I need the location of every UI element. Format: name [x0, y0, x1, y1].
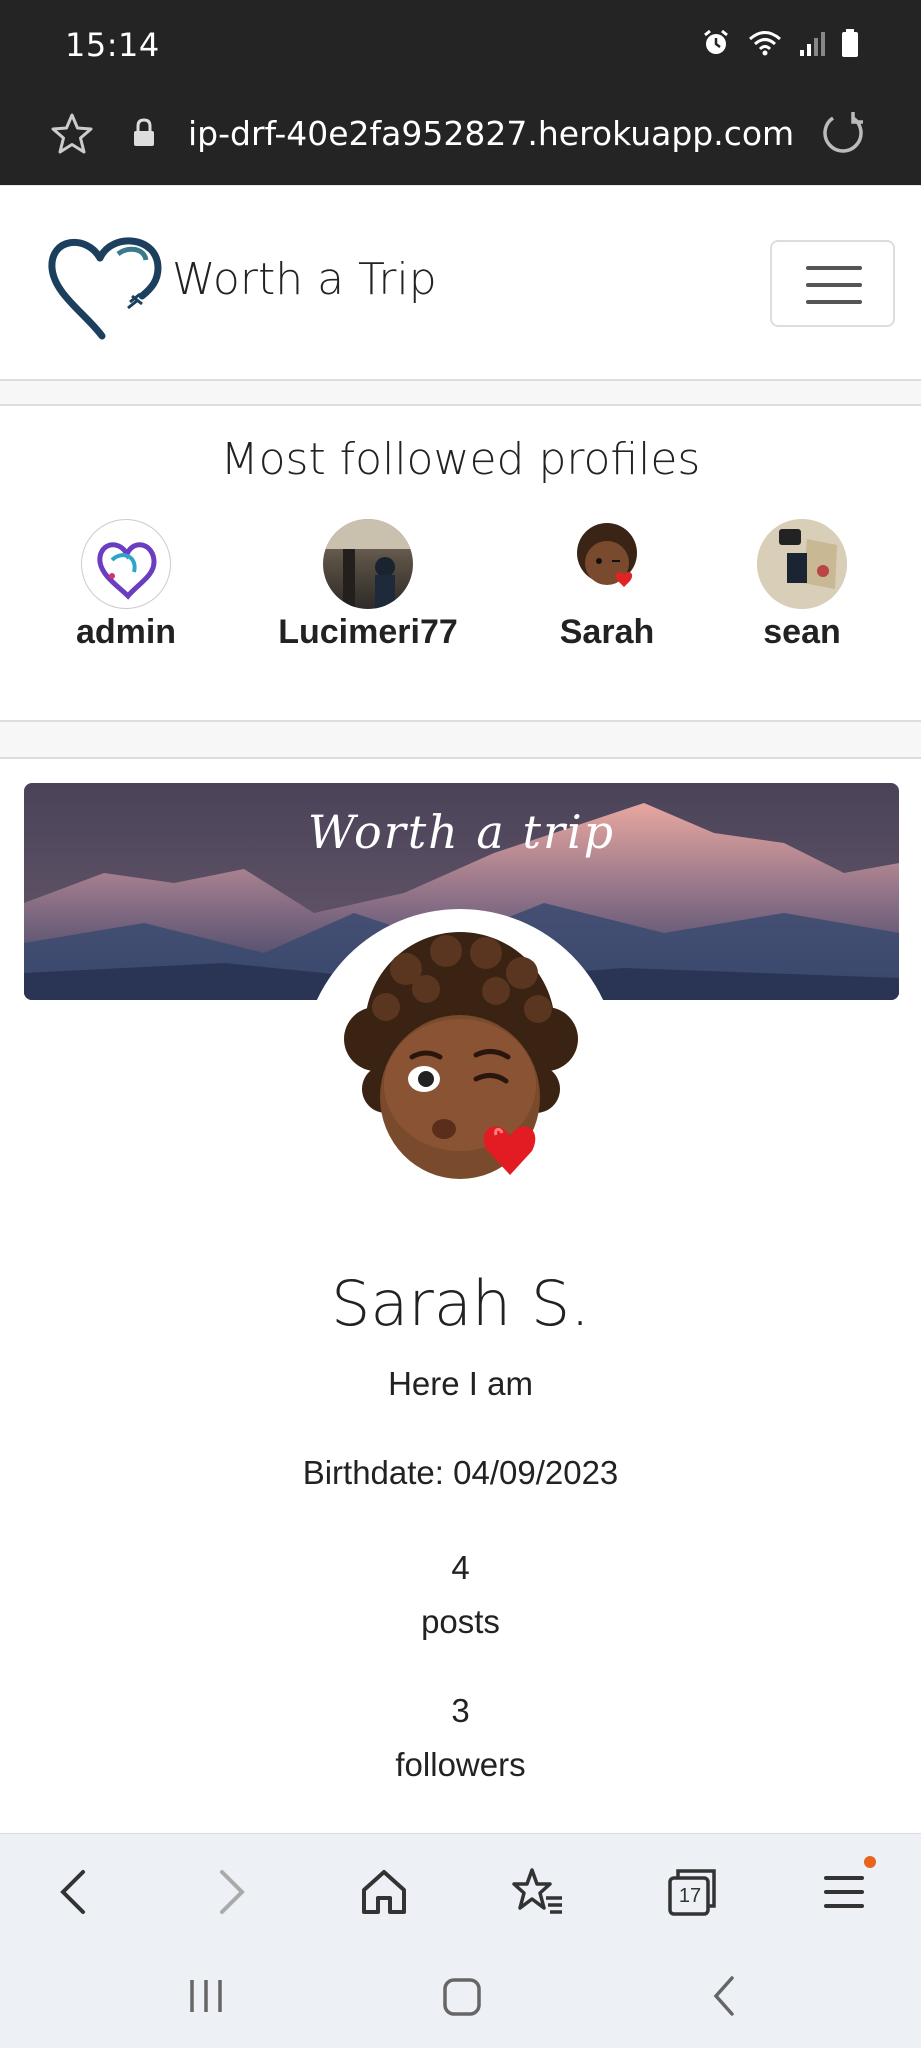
- system-navigation-bar: [0, 1948, 921, 2048]
- profile-name-heading: Sarah S.: [331, 1267, 590, 1340]
- profile-name[interactable]: admin: [66, 613, 186, 652]
- alarm-icon: [704, 29, 728, 54]
- hamburger-menu-icon: [824, 1876, 864, 1908]
- wifi-icon: [749, 31, 781, 56]
- stat-value: 3: [451, 1692, 470, 1729]
- stat-label: followers: [395, 1746, 526, 1783]
- profile-name[interactable]: sean: [742, 613, 862, 652]
- profile-item-admin[interactable]: admin: [66, 519, 186, 652]
- menu-notification-dot: [864, 1856, 876, 1868]
- avatar[interactable]: [757, 519, 847, 609]
- profile-name[interactable]: Sarah: [547, 613, 667, 652]
- banner-script-text: Worth a trip: [307, 805, 616, 859]
- signal-icon: [800, 32, 825, 56]
- recent-apps-icon[interactable]: [186, 1972, 226, 2020]
- hamburger-line: [806, 266, 862, 270]
- stat-followers: 3 followers: [0, 1684, 921, 1792]
- reload-icon[interactable]: [817, 108, 869, 160]
- stat-label: posts: [421, 1603, 500, 1640]
- most-followed-title: Most followed profiles: [220, 434, 701, 485]
- profile-card: Worth a trip Sarah S. Here I am Birthdat…: [0, 757, 921, 1837]
- avatar[interactable]: [81, 519, 171, 609]
- browser-menu-button[interactable]: [816, 1856, 876, 1922]
- avatar[interactable]: [562, 519, 652, 609]
- tabs-button[interactable]: 17: [662, 1862, 722, 1922]
- url-text[interactable]: ip-drf-40e2fa952827.herokuapp.com: [188, 114, 794, 153]
- stat-posts: 4 posts: [0, 1541, 921, 1649]
- brand-heart-logo-icon[interactable]: [46, 224, 166, 344]
- forward-arrow-icon[interactable]: [200, 1862, 260, 1922]
- most-followed-card: Most followed profiles admin Lucimeri77 …: [0, 404, 921, 722]
- profile-avatar-frame: [302, 909, 618, 1225]
- profile-item-sarah[interactable]: Sarah: [547, 519, 667, 652]
- back-arrow-icon[interactable]: [45, 1862, 105, 1922]
- profile-bio: Here I am: [388, 1365, 533, 1402]
- profile-name[interactable]: Lucimeri77: [278, 613, 458, 652]
- profile-birthdate: Birthdate: 04/09/2023: [302, 1454, 619, 1491]
- brand-title[interactable]: Worth a Trip: [172, 254, 437, 305]
- tab-count: 17: [678, 1885, 702, 1907]
- back-nav-icon[interactable]: [704, 1972, 744, 2020]
- menu-toggle-button[interactable]: [770, 240, 895, 327]
- home-nav-icon[interactable]: [440, 1972, 484, 2020]
- bookmark-star-icon[interactable]: [48, 110, 96, 158]
- browser-bottom-toolbar: 17: [0, 1833, 921, 1948]
- hamburger-line: [806, 283, 862, 287]
- status-icons: [701, 28, 859, 58]
- browser-url-bar: ip-drf-40e2fa952827.herokuapp.com: [0, 88, 921, 185]
- avatar: [344, 932, 578, 1179]
- profile-item-lucimeri77[interactable]: Lucimeri77: [278, 519, 458, 652]
- stat-value: 4: [451, 1549, 470, 1586]
- profile-item-sean[interactable]: sean: [742, 519, 862, 652]
- home-icon[interactable]: [354, 1862, 414, 1922]
- avatar[interactable]: [323, 519, 413, 609]
- status-time: 15:14: [65, 26, 160, 64]
- battery-icon: [842, 29, 858, 57]
- site-navbar: Worth a Trip: [0, 185, 921, 381]
- hamburger-line: [806, 300, 862, 304]
- status-bar: 15:14: [0, 0, 921, 88]
- bookmarks-star-icon[interactable]: [508, 1862, 568, 1922]
- lock-icon: [134, 118, 154, 146]
